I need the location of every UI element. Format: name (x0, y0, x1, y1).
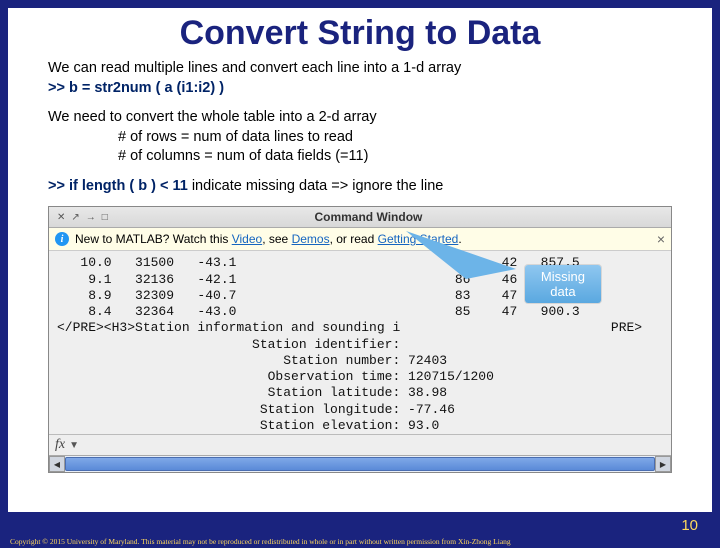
scroll-thumb[interactable] (65, 457, 655, 471)
fx-label: fx (55, 437, 65, 453)
callout-bubble: Missing data (525, 265, 601, 303)
scroll-left-icon[interactable]: ◀ (49, 456, 65, 472)
fx-prompt[interactable]: fx ▼ (49, 434, 671, 455)
slide-title: Convert String to Data (8, 8, 712, 55)
command-window: ✕ ↗ → □ Command Window i New to MATLAB? … (48, 206, 672, 473)
page-number: 10 (681, 517, 698, 534)
video-link[interactable]: Video (232, 232, 262, 246)
callout-line1: Missing (541, 269, 585, 284)
rows-spec: # of rows = num of data lines to read (118, 128, 672, 148)
cols-spec: # of columns = num of data fields (=11) (118, 147, 672, 167)
copyright-text: Copyright © 2015 University of Maryland.… (10, 537, 710, 546)
window-titlebar: ✕ ↗ → □ Command Window (49, 207, 671, 228)
infobar-close-icon[interactable]: × (657, 231, 665, 247)
code-cmd: >> if length ( b ) < 11 (48, 178, 188, 194)
paragraph-2: We need to convert the whole table into … (48, 108, 672, 128)
code-line-1: >> b = str2num ( a (i1:i2) ) (48, 79, 672, 99)
info-icon: i (55, 232, 69, 246)
code-comment: indicate missing data => ignore the line (188, 178, 444, 194)
callout-line2: data (541, 284, 585, 299)
slide-body: We can read multiple lines and convert e… (8, 55, 712, 200)
horizontal-scrollbar[interactable]: ◀ ▶ (49, 455, 671, 472)
info-text: New to MATLAB? Watch this Video, see Dem… (75, 232, 462, 246)
paragraph-1: We can read multiple lines and convert e… (48, 59, 672, 79)
close-icon[interactable]: ✕ (57, 212, 65, 223)
scroll-right-icon[interactable]: ▶ (655, 456, 671, 472)
code-line-2: >> if length ( b ) < 11 indicate missing… (48, 177, 672, 197)
slide-content: Convert String to Data We can read multi… (8, 8, 712, 512)
demos-link[interactable]: Demos (292, 232, 330, 246)
window-title: Command Window (66, 210, 671, 224)
info-bar: i New to MATLAB? Watch this Video, see D… (49, 228, 671, 251)
fx-arrow-icon: ▼ (69, 440, 79, 451)
callout-missing-data: Missing data (525, 265, 601, 303)
